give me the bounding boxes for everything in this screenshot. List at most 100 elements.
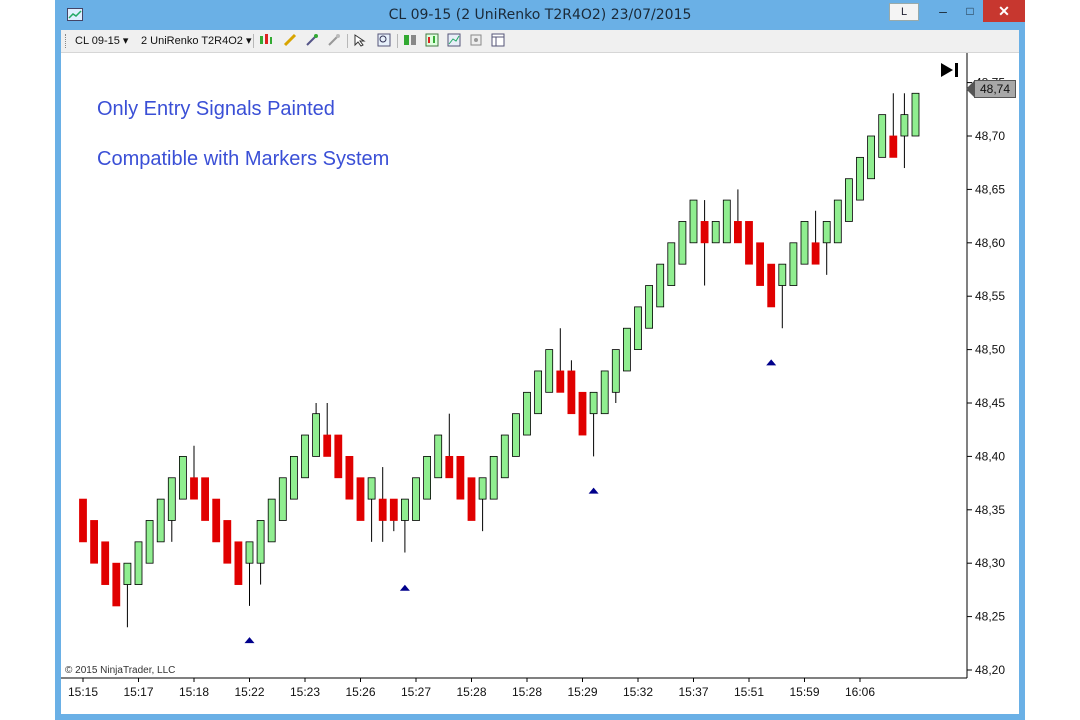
maximize-button[interactable]: □ xyxy=(959,0,981,22)
title-bar[interactable]: CL 09-15 (2 UniRenko T2R4O2) 23/07/2015 … xyxy=(55,0,1025,30)
candle-up[interactable] xyxy=(600,370,609,415)
candle-up[interactable] xyxy=(179,455,187,500)
candle-up[interactable] xyxy=(911,92,920,137)
data-box-icon[interactable] xyxy=(403,33,417,48)
candle-up[interactable] xyxy=(711,221,720,244)
candle-up[interactable] xyxy=(722,199,731,244)
candle-down[interactable] xyxy=(745,221,753,265)
candle-down[interactable] xyxy=(456,455,465,500)
candle-down[interactable] xyxy=(90,520,99,564)
period-selector[interactable]: 2 UniRenko T2R4O2 ▾ xyxy=(141,34,251,47)
candle-down[interactable] xyxy=(223,520,232,564)
candle-up[interactable] xyxy=(511,413,520,457)
candle-up[interactable] xyxy=(145,520,154,564)
indicator-add-icon[interactable] xyxy=(305,33,319,48)
candle-down[interactable] xyxy=(323,434,332,457)
candle-up[interactable] xyxy=(778,263,787,286)
draw-pencil-icon[interactable] xyxy=(283,33,297,48)
candle-down[interactable] xyxy=(578,391,587,436)
candle-up[interactable] xyxy=(489,455,498,500)
candle-up[interactable] xyxy=(822,221,831,244)
candle-down[interactable] xyxy=(112,562,121,607)
candle-up[interactable] xyxy=(789,242,798,286)
candle-up[interactable] xyxy=(878,114,887,158)
close-button[interactable]: ✕ xyxy=(983,0,1025,22)
candle-up[interactable] xyxy=(534,370,543,415)
candle-down[interactable] xyxy=(101,541,110,585)
candle-up[interactable] xyxy=(245,541,254,564)
instrument-selector[interactable]: CL 09-15 ▾ xyxy=(75,34,128,47)
candle-down[interactable] xyxy=(889,135,898,158)
candle-up[interactable] xyxy=(833,199,842,244)
candle-down[interactable] xyxy=(356,477,365,521)
candle-down[interactable] xyxy=(734,221,742,244)
candle-down[interactable] xyxy=(201,477,210,521)
candle-up[interactable] xyxy=(867,135,875,180)
candle-down[interactable] xyxy=(190,477,198,500)
scroll-to-end-icon[interactable] xyxy=(939,61,961,84)
candle-up[interactable] xyxy=(278,477,287,521)
candle-up[interactable] xyxy=(500,434,509,479)
candle-up[interactable] xyxy=(589,391,598,415)
candle-up[interactable] xyxy=(634,306,642,351)
candle-down[interactable] xyxy=(811,242,820,265)
candle-up[interactable] xyxy=(845,178,853,222)
candle-up[interactable] xyxy=(301,434,309,479)
candle-down[interactable] xyxy=(389,498,398,521)
strategy-icon[interactable] xyxy=(327,33,341,48)
candle-up[interactable] xyxy=(400,498,409,521)
candle-up[interactable] xyxy=(689,199,698,244)
candle-up[interactable] xyxy=(434,434,443,479)
y-tick-label: 48,70 xyxy=(975,129,1005,143)
candle-up[interactable] xyxy=(645,285,653,329)
candle-up[interactable] xyxy=(289,455,298,500)
screenshot-icon[interactable] xyxy=(469,33,483,48)
candle-down[interactable] xyxy=(700,221,709,244)
candle-up[interactable] xyxy=(800,221,809,265)
candle-up[interactable] xyxy=(423,455,432,500)
candle-down[interactable] xyxy=(445,455,454,479)
chart-panel[interactable]: 48,20 48,25 48,30 48,35 48,40 48,45 48,50 48,55… xyxy=(61,53,1019,714)
candle-up[interactable] xyxy=(267,498,276,543)
candle-up[interactable] xyxy=(123,562,132,585)
toolbar-grip[interactable] xyxy=(65,34,68,48)
candle-up[interactable] xyxy=(523,391,531,436)
candle-up[interactable] xyxy=(856,156,864,201)
chart-trader-icon[interactable] xyxy=(425,33,439,48)
candle-up[interactable] xyxy=(156,498,165,543)
candle-up[interactable] xyxy=(900,114,909,137)
candle-down[interactable] xyxy=(212,498,221,543)
candle-up[interactable] xyxy=(623,327,631,372)
candle-up[interactable] xyxy=(545,349,554,393)
candle-down[interactable] xyxy=(378,498,387,521)
candle-down[interactable] xyxy=(334,434,343,479)
candle-up[interactable] xyxy=(134,541,143,585)
minimize-button[interactable]: – xyxy=(931,0,955,22)
toolbar-separator xyxy=(397,34,398,48)
candle-up[interactable] xyxy=(367,477,376,500)
bar-style-icon[interactable] xyxy=(259,33,273,48)
candle-down[interactable] xyxy=(234,541,243,585)
candle-up[interactable] xyxy=(412,477,420,521)
cursor-select-icon[interactable] xyxy=(353,33,367,48)
candle-down[interactable] xyxy=(556,370,565,393)
candle-up[interactable] xyxy=(611,349,620,393)
candle-up[interactable] xyxy=(478,477,487,500)
candle-up[interactable] xyxy=(256,520,265,564)
x-tick-label: 15:51 xyxy=(734,685,764,699)
template-icon[interactable] xyxy=(491,33,505,48)
candle-up[interactable] xyxy=(667,242,676,286)
properties-icon[interactable] xyxy=(447,33,461,48)
zoom-icon[interactable] xyxy=(377,33,391,48)
candle-down[interactable] xyxy=(756,242,764,286)
candle-up[interactable] xyxy=(312,413,321,457)
candle-down[interactable] xyxy=(79,498,87,543)
link-button[interactable]: L xyxy=(889,3,919,21)
candle-down[interactable] xyxy=(567,370,576,415)
candle-up[interactable] xyxy=(167,477,176,521)
candle-up[interactable] xyxy=(678,221,687,265)
candle-down[interactable] xyxy=(345,455,354,500)
candle-down[interactable] xyxy=(467,477,476,521)
candle-up[interactable] xyxy=(656,263,665,308)
candle-down[interactable] xyxy=(767,263,776,308)
